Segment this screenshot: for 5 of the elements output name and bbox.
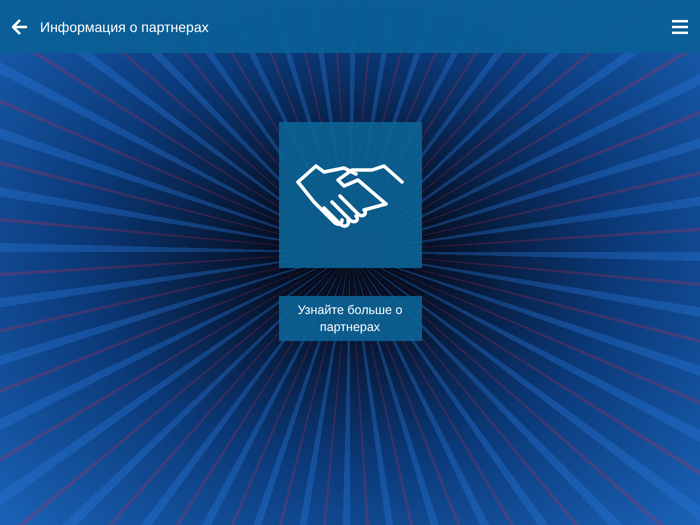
partners-tile[interactable] [278, 122, 422, 268]
back-arrow-icon[interactable] [12, 18, 28, 34]
header-title: Информация о партнерах [40, 18, 210, 34]
menu-icon[interactable] [672, 20, 688, 34]
learn-more-button[interactable]: Узнайте больше о партнерах [278, 296, 422, 341]
